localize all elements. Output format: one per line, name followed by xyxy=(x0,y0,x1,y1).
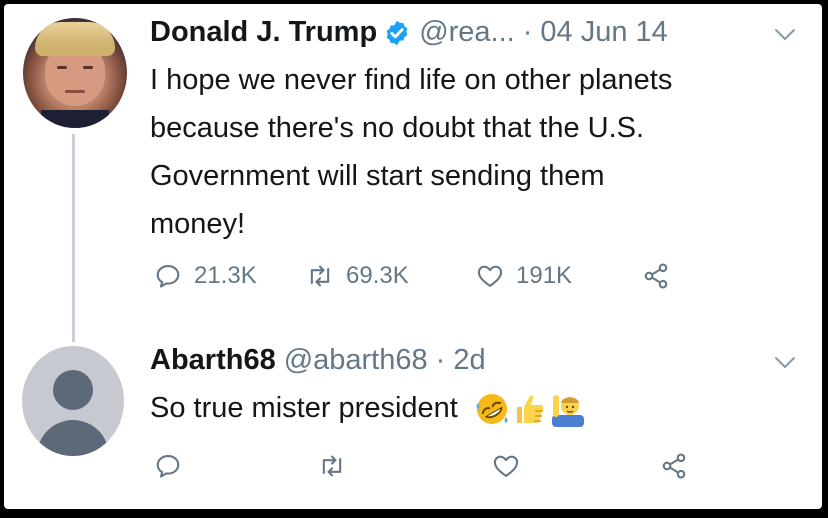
reply-author-name[interactable]: Abarth68 xyxy=(150,344,276,377)
man-raising-hand-emoji xyxy=(551,395,584,428)
reply-icon xyxy=(156,265,180,288)
author-avatar[interactable] xyxy=(23,18,127,128)
rolling-on-floor-laughing-emoji xyxy=(476,394,508,425)
reply-text-row: So true mister president xyxy=(150,384,790,432)
chevron-down-icon[interactable] xyxy=(774,28,796,42)
chevron-down-icon[interactable] xyxy=(774,356,796,370)
like-count: 191K xyxy=(516,262,573,289)
reply-text: So true mister president xyxy=(150,392,458,424)
reply-header: Abarth68 @abarth68 · 2d xyxy=(150,344,486,377)
verified-badge-icon xyxy=(386,20,408,45)
reply-author-avatar[interactable] xyxy=(22,346,124,456)
like-button[interactable]: 191K xyxy=(476,262,642,290)
reply-emojis xyxy=(474,391,586,428)
reply-button[interactable]: 21.3K xyxy=(154,262,306,290)
thumbs-up-emoji xyxy=(516,395,544,424)
author-name[interactable]: Donald J. Trump xyxy=(150,16,377,49)
tweet-text: I hope we never find life on other plane… xyxy=(150,64,673,240)
reply-timestamp[interactable]: 2d xyxy=(453,344,485,377)
separator-dot: · xyxy=(522,16,533,48)
thread-connector-line xyxy=(72,134,75,342)
reply-actions xyxy=(154,452,688,480)
tweet-timestamp[interactable]: 04 Jun 14 xyxy=(540,16,667,49)
author-handle[interactable]: @rea... xyxy=(419,16,515,49)
separator-dot: · xyxy=(435,344,446,376)
like-button[interactable] xyxy=(492,452,660,480)
reply-author-handle[interactable]: @abarth68 xyxy=(284,344,428,377)
share-icon xyxy=(644,263,668,289)
tweet-actions: 21.3K 69.3K 191K xyxy=(154,262,670,290)
reply-icon xyxy=(156,455,180,478)
share-button[interactable] xyxy=(642,262,670,290)
tweet-header: Donald J. Trump @rea... · 04 Jun 14 xyxy=(150,16,668,49)
retweet-count: 69.3K xyxy=(346,262,409,289)
share-button[interactable] xyxy=(660,452,688,480)
retweet-button[interactable]: 69.3K xyxy=(306,262,476,290)
retweet-icon xyxy=(322,455,342,477)
share-icon xyxy=(662,453,686,479)
retweet-button[interactable] xyxy=(318,452,492,480)
heart-icon xyxy=(477,265,503,287)
retweet-icon xyxy=(310,265,330,287)
reply-count: 21.3K xyxy=(194,262,257,289)
reply-button[interactable] xyxy=(154,452,318,480)
tweet-card: Donald J. Trump @rea... · 04 Jun 14 I ho… xyxy=(4,4,822,509)
heart-icon xyxy=(493,455,519,477)
